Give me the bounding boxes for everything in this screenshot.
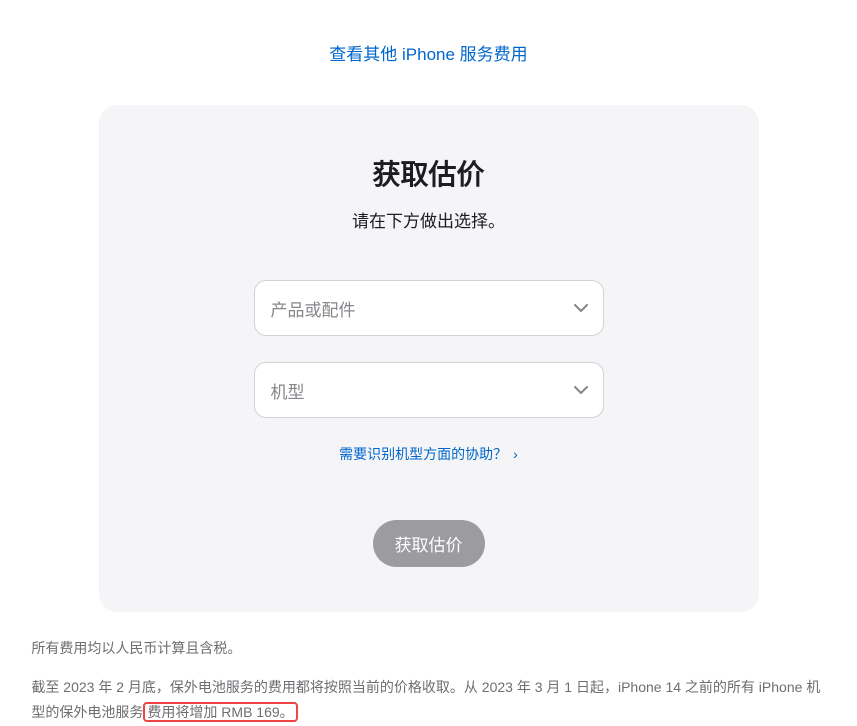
help-link-container: 需要识别机型方面的协助？: [139, 444, 719, 464]
top-link-container: 查看其他 iPhone 服务费用: [0, 40, 857, 65]
other-services-link[interactable]: 查看其他 iPhone 服务费用: [329, 45, 527, 64]
identify-model-help-link[interactable]: 需要识别机型方面的协助？: [339, 446, 518, 462]
product-select-wrapper: 产品或配件: [254, 280, 604, 336]
estimate-card: 获取估价 请在下方做出选择。 产品或配件 机型 需要识别机型方面的协助？ 获取估…: [99, 105, 759, 612]
model-select[interactable]: 机型: [254, 362, 604, 418]
price-increase-highlight: 费用将增加 RMB 169。: [143, 702, 297, 722]
model-select-wrapper: 机型: [254, 362, 604, 418]
product-select[interactable]: 产品或配件: [254, 280, 604, 336]
footer-line-2: 截至 2023 年 2 月底，保外电池服务的费用都将按照当前的价格收取。从 20…: [31, 675, 825, 725]
card-subtitle: 请在下方做出选择。: [139, 207, 719, 232]
get-estimate-button[interactable]: 获取估价: [373, 520, 485, 567]
footer-line-1: 所有费用均以人民币计算且含税。: [31, 636, 825, 661]
footer-notes: 所有费用均以人民币计算且含税。 截至 2023 年 2 月底，保外电池服务的费用…: [21, 636, 835, 726]
card-title: 获取估价: [139, 153, 719, 193]
